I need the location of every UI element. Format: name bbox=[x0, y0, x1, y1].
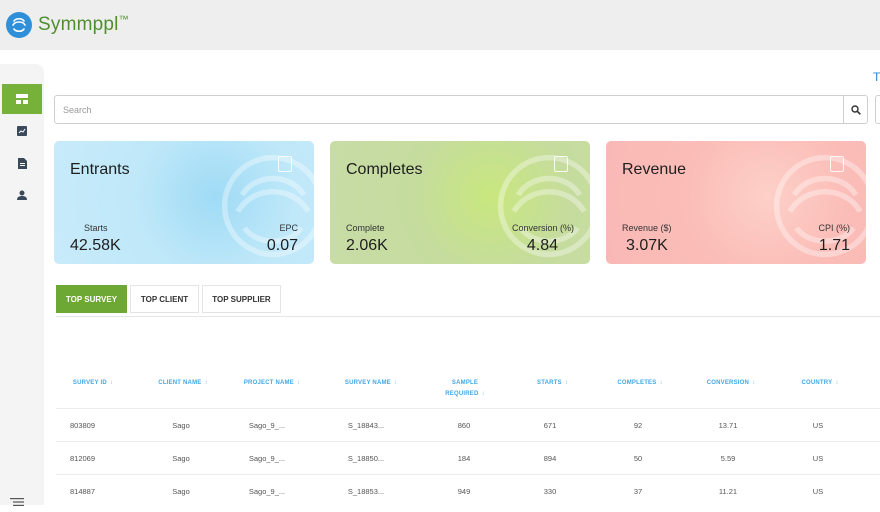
filter-button[interactable] bbox=[875, 95, 880, 124]
cell-survey-name: S_18853... bbox=[347, 487, 385, 496]
list-settings-icon[interactable] bbox=[10, 494, 24, 512]
card-left-value: 2.06K bbox=[346, 237, 388, 254]
logo-icon[interactable] bbox=[6, 12, 32, 38]
cell-sample-required: 184 bbox=[457, 454, 471, 463]
search-bar bbox=[54, 95, 868, 124]
entrants-card: Entrants Starts 42.58K EPC 0.07 bbox=[54, 141, 314, 264]
sidebar-item-dashboard[interactable] bbox=[2, 84, 42, 114]
report-icon bbox=[17, 126, 27, 136]
document-icon bbox=[278, 156, 292, 172]
row-divider bbox=[56, 408, 880, 409]
card-left-value: 42.58K bbox=[70, 237, 121, 254]
cell-project-name: Sago_9_... bbox=[248, 487, 286, 496]
cell-completes: 92 bbox=[633, 421, 643, 430]
tab-divider bbox=[56, 316, 880, 317]
card-right-label: Conversion (%) bbox=[511, 223, 574, 233]
cell-client-name: Sago bbox=[172, 421, 190, 430]
top-bar: Symmppl™ bbox=[0, 0, 880, 50]
card-left-label: Complete bbox=[346, 223, 385, 233]
cell-client-name: Sago bbox=[172, 487, 190, 496]
card-right-value: 1.71 bbox=[818, 237, 850, 254]
card-left-label: Starts bbox=[84, 223, 108, 233]
search-button[interactable] bbox=[843, 96, 867, 123]
cell-project-name: Sago_9_... bbox=[248, 421, 286, 430]
sidebar-item-users[interactable] bbox=[0, 180, 44, 210]
card-right-label: EPC bbox=[279, 223, 298, 233]
search-icon bbox=[850, 104, 861, 115]
card-left-label: Revenue ($) bbox=[622, 223, 672, 233]
chart-icon bbox=[830, 156, 844, 172]
cell-sample-required: 949 bbox=[457, 487, 471, 496]
column-header[interactable]: COUNTRY ↕ bbox=[790, 378, 850, 389]
tab-top-client[interactable]: TOP CLIENT bbox=[130, 285, 199, 313]
completes-card: Completes Complete 2.06K Conversion (%) … bbox=[330, 141, 590, 264]
cell-sample-required: 860 bbox=[457, 421, 471, 430]
cell-country: US bbox=[812, 487, 824, 496]
top-link[interactable]: T bbox=[873, 70, 880, 84]
tab-top-survey[interactable]: TOP SURVEY bbox=[56, 285, 127, 313]
sidebar-item-reports[interactable] bbox=[0, 116, 44, 146]
search-input[interactable] bbox=[55, 96, 843, 123]
cell-survey-name: S_18843... bbox=[347, 421, 385, 430]
cell-starts: 330 bbox=[543, 487, 557, 496]
cell-conversion: 5.59 bbox=[720, 454, 736, 463]
card-title: Revenue bbox=[622, 161, 687, 178]
row-divider bbox=[56, 474, 880, 475]
card-right-value: 0.07 bbox=[266, 237, 298, 254]
user-icon bbox=[17, 190, 27, 200]
checklist-icon bbox=[554, 156, 568, 172]
cell-survey-name: S_18850... bbox=[347, 454, 385, 463]
cell-country: US bbox=[812, 421, 824, 430]
column-header[interactable]: SAMPLE REQUIRED ↕ bbox=[436, 378, 494, 400]
card-title: Completes bbox=[346, 161, 423, 178]
sidebar-item-documents[interactable] bbox=[0, 148, 44, 178]
cell-completes: 50 bbox=[633, 454, 643, 463]
column-header[interactable]: CONVERSION ↕ bbox=[696, 378, 766, 389]
revenue-card: Revenue Revenue ($) 3.07K CPI (%) 1.71 bbox=[606, 141, 866, 264]
card-title: Entrants bbox=[70, 161, 130, 178]
cell-survey-id: 814887 bbox=[70, 487, 96, 496]
cell-completes: 37 bbox=[633, 487, 643, 496]
document-icon bbox=[17, 157, 27, 169]
row-divider bbox=[56, 441, 880, 442]
sidebar bbox=[0, 64, 44, 506]
column-header[interactable]: COMPLETES ↕ bbox=[606, 378, 674, 389]
column-header[interactable]: SURVEY ID ↕ bbox=[60, 378, 126, 389]
cell-client-name: Sago bbox=[172, 454, 190, 463]
cell-starts: 894 bbox=[543, 454, 557, 463]
cell-starts: 671 bbox=[543, 421, 557, 430]
column-header[interactable]: PROJECT NAME ↕ bbox=[232, 378, 312, 389]
column-header[interactable]: SURVEY NAME ↕ bbox=[334, 378, 408, 389]
column-header[interactable]: STARTS ↕ bbox=[525, 378, 580, 389]
cell-conversion: 11.21 bbox=[718, 487, 738, 496]
card-left-value: 3.07K bbox=[626, 237, 668, 254]
brand-name[interactable]: Symmppl™ bbox=[38, 14, 129, 36]
cell-conversion: 13.71 bbox=[718, 421, 738, 430]
cell-project-name: Sago_9_... bbox=[248, 454, 286, 463]
column-header[interactable]: CLIENT NAME ↕ bbox=[148, 378, 218, 389]
card-right-label: CPI (%) bbox=[818, 223, 851, 233]
cell-survey-id: 803809 bbox=[70, 421, 96, 430]
cell-country: US bbox=[812, 454, 824, 463]
tab-top-supplier[interactable]: TOP SUPPLIER bbox=[202, 285, 281, 313]
card-right-value: 4.84 bbox=[526, 237, 558, 254]
cell-survey-id: 812069 bbox=[70, 454, 96, 463]
dashboard-icon bbox=[16, 94, 28, 104]
